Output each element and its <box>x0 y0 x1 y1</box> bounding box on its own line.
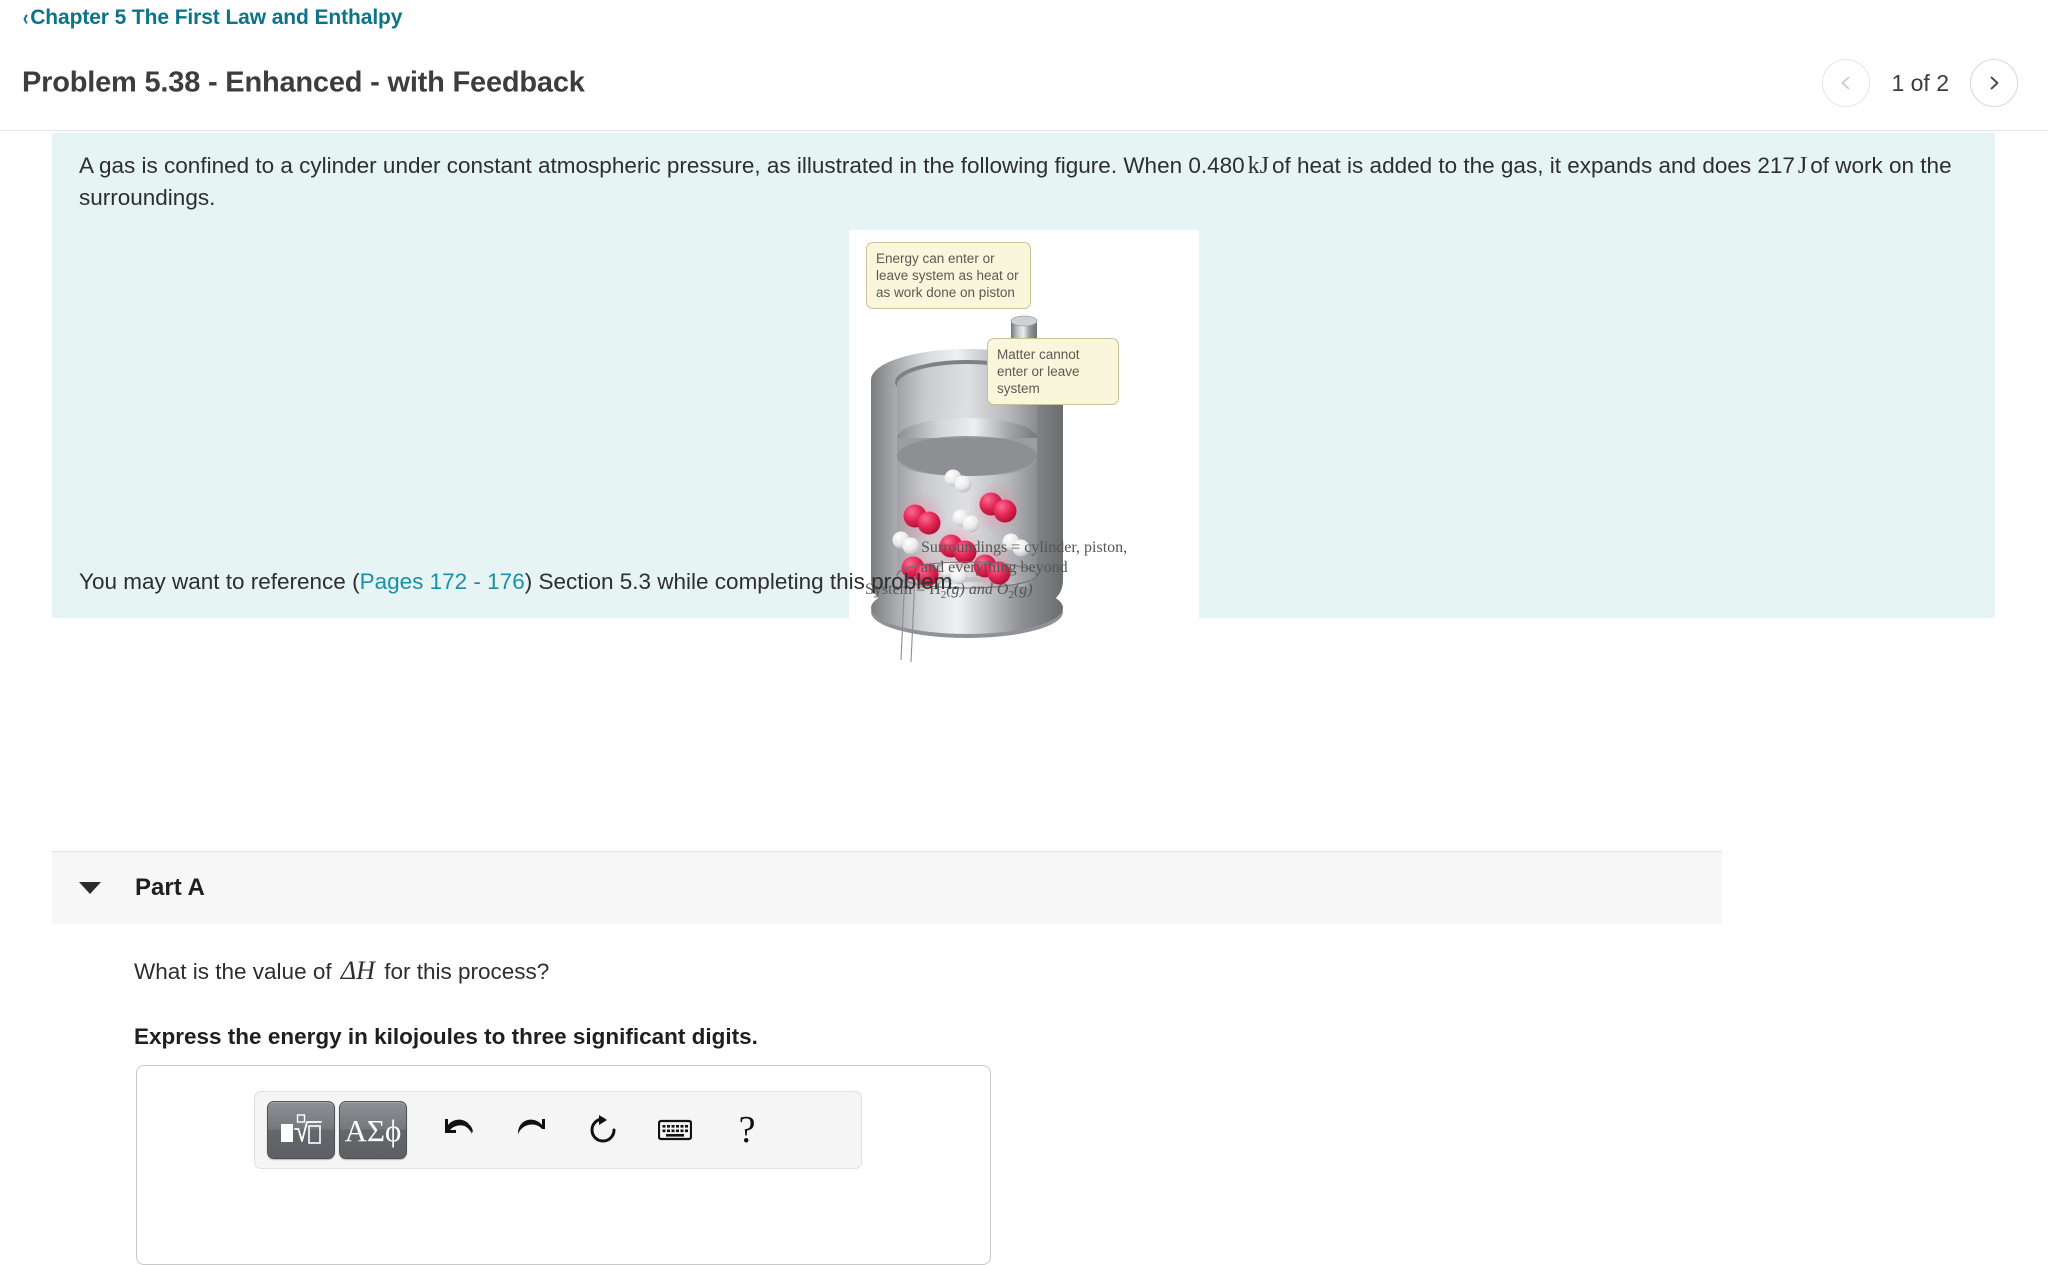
figure-card: Energy can enter or leave system as heat… <box>849 230 1199 712</box>
chevron-left-icon <box>1837 74 1855 92</box>
chevron-right-icon <box>1985 74 2003 92</box>
caret-down-icon[interactable] <box>79 882 101 894</box>
problem-statement-panel: A gas is confined to a cylinder under co… <box>52 133 1995 712</box>
undo-arrow-icon <box>442 1115 476 1145</box>
redo-arrow-icon <box>514 1115 548 1145</box>
keyboard-icon <box>658 1118 692 1142</box>
greek-letters-icon: ΑΣϕ <box>344 1112 402 1148</box>
part-a-label: Part A <box>135 874 205 901</box>
unit-kilojoule: kJ <box>1247 153 1269 179</box>
reset-button[interactable] <box>569 1101 637 1159</box>
question-suffix: for this process? <box>384 959 550 984</box>
problem-text-part2: of heat is added to the gas, it expands … <box>1272 153 1795 178</box>
reference-line: You may want to reference (Pages 172 - 1… <box>79 567 959 597</box>
reference-suffix: ) Section 5.3 while completing this prob… <box>524 569 959 594</box>
part-a-body: What is the value of ΔH for this process… <box>134 955 1434 1053</box>
callout-matter: Matter cannot enter or leave system <box>987 338 1119 405</box>
problem-text-part1: A gas is confined to a cylinder under co… <box>79 153 1245 178</box>
help-button[interactable]: ? <box>713 1101 781 1159</box>
greek-symbols-button[interactable]: ΑΣϕ <box>339 1101 407 1159</box>
question-text: What is the value of ΔH for this process… <box>134 955 1434 988</box>
breadcrumb-label: Chapter 5 The First Law and Enthalpy <box>30 6 403 29</box>
square-root-template-icon <box>280 1113 322 1147</box>
chevron-left-icon: ‹ <box>22 5 29 30</box>
caption-system-suffix: (g) <box>1013 581 1033 598</box>
callout-energy: Energy can enter or leave system as heat… <box>866 242 1031 309</box>
delta-h-symbol: ΔH <box>340 956 375 985</box>
reference-pages-link[interactable]: Pages 172 - 176 <box>360 569 525 594</box>
answer-toolbar: ΑΣϕ ? <box>254 1091 862 1169</box>
previous-problem-button[interactable] <box>1822 59 1871 107</box>
problem-figure: Energy can enter or leave system as heat… <box>849 230 1199 712</box>
breadcrumb: ‹ Chapter 5 The First Law and Enthalpy <box>0 0 2048 36</box>
keyboard-button[interactable] <box>641 1101 709 1159</box>
instruction-text: Express the energy in kilojoules to thre… <box>134 1024 758 1049</box>
problem-pager: 1 of 2 <box>1822 59 2018 107</box>
pager-label: 1 of 2 <box>1891 69 1949 96</box>
question-prefix: What is the value of <box>134 959 332 984</box>
page-header: Problem 5.38 - Enhanced - with Feedback … <box>0 36 2048 131</box>
redo-button[interactable] <box>497 1101 565 1159</box>
unit-joule: J <box>1797 153 1808 179</box>
problem-statement-text: A gas is confined to a cylinder under co… <box>52 150 1995 214</box>
page-title: Problem 5.38 - Enhanced - with Feedback <box>22 66 585 99</box>
part-a-header[interactable]: Part A <box>52 852 1722 924</box>
reset-circular-arrow-icon <box>587 1114 619 1146</box>
reference-prefix: You may want to reference ( <box>79 569 360 594</box>
breadcrumb-back-link[interactable]: ‹ Chapter 5 The First Law and Enthalpy <box>22 5 403 30</box>
next-problem-button[interactable] <box>1970 59 2018 107</box>
answer-input-box: ΑΣϕ ? <box>136 1065 991 1265</box>
question-mark-icon: ? <box>738 1109 756 1151</box>
undo-button[interactable] <box>425 1101 493 1159</box>
math-template-button[interactable] <box>267 1101 335 1159</box>
